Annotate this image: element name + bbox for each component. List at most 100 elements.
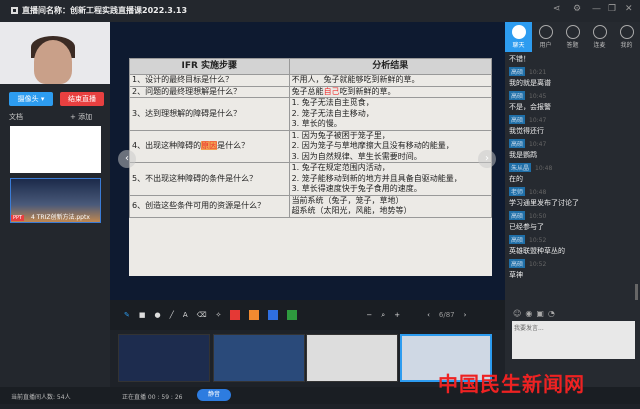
q3: 3、达到理想解的障碍是什么？ [129,97,290,131]
chat-message: 老师 10:48 学习通里发布了讨论了 [509,187,631,208]
microphone-icon [592,25,607,39]
chat-text: 草神 [509,271,523,279]
doc-filename: 4 TRIZ创新方法.pptx [31,214,90,221]
tab-mic[interactable]: 连麦 [586,22,613,52]
zoom-in-icon[interactable]: + [394,311,400,319]
chat-username: 高硕 [509,91,526,100]
thumbnail[interactable] [306,334,398,382]
zoom-out-icon[interactable]: − [366,311,372,319]
tab-users[interactable]: 用户 [532,22,559,52]
thumbnail[interactable] [118,334,210,382]
color-orange[interactable] [249,310,260,320]
header-results: 分析结果 [288,58,493,75]
right-panel: 聊天 用户 答题 连麦 我的 不错！ 高硕 10:21 我的就是离谱 高硕 10:45 不… [505,22,640,387]
slide-area: IFR 实施步骤 分析结果 1、设计的最终目标是什么？ 不用人，兔子就能够吃到新鲜的… [110,22,505,300]
prev-page-icon[interactable]: ‹ [427,311,430,319]
live-timer: 正在直播 00 : 59 : 26 [122,394,183,401]
ifr-table: IFR 实施步骤 分析结果 1、设计的最终目标是什么？ 不用人，兔子就能够吃到新鲜的… [129,58,493,218]
pen-icon[interactable]: ✎ [124,311,130,319]
text-icon[interactable]: A [183,311,188,319]
right-tabs: 聊天 用户 答题 连麦 我的 [505,22,640,52]
color-blue[interactable] [268,310,279,320]
tab-profile[interactable]: 我的 [613,22,640,52]
clear-icon[interactable]: ✧ [216,311,222,319]
drawing-toolbar: ✎ ■ ● ╱ A ⌫ ✧ − ⌕ + ‹ 6/87 › [110,300,505,330]
window-title: 直播间名称：创新工程实践直播课2022.3.13 [22,6,188,15]
rectangle-icon[interactable]: ■ [139,311,146,319]
chat-message: 高硕 10:52 英雄联盟种草丛的 [509,235,631,256]
q1: 1、设计的最终目标是什么？ [129,74,290,87]
thumbnail[interactable] [213,334,305,382]
chat-message: 高硕 10:21 我的就是离谱 [509,67,631,88]
chat-text: 不错！ [509,55,530,63]
chat-message: 高硕 10:50 已经参与了 [509,211,631,232]
a4: 1. 因为兔子被困于笼子里， 2. 因为笼子与草地摩擦大且没有移动的能量， 3. 因… [288,129,493,163]
circle-icon[interactable]: ● [155,311,161,319]
add-doc-button[interactable]: + 添加 [70,112,92,122]
chat-list: 不错！ 高硕 10:21 我的就是离谱 高硕 10:45 不是，会报警 高硕 10:47 我觉得… [509,54,631,283]
q2: 2、问题的最终理想解是什么？ [129,85,290,98]
camera-preview [0,22,110,84]
zoom-icon[interactable]: ⌕ [381,311,385,320]
chat-time: 10:45 [529,93,547,100]
eraser-icon[interactable]: ⌫ [197,311,207,319]
line-icon[interactable]: ╱ [170,311,174,319]
chat-text: 我是鹦鹉 [509,151,537,159]
a3: 1. 兔子无法自主觅食， 2. 笼子无法自主移动， 3. 草长的慢。 [288,97,493,131]
chat-icon [511,25,526,39]
prev-slide-button[interactable]: ‹ [118,150,136,168]
mute-button[interactable]: 静音 [197,389,231,401]
ppt-badge: PPT [11,215,25,221]
settings-icon[interactable]: ⚙ [573,4,581,14]
tab-chat[interactable]: 聊天 [505,22,532,52]
chat-text: 我的就是离谱 [509,79,551,87]
chat-username: 高硕 [509,211,526,220]
chat-scrollbar[interactable] [635,284,638,300]
chat-time: 10:47 [529,117,547,124]
color-green[interactable] [287,310,298,320]
next-slide-button[interactable]: › [478,150,496,168]
chat-time: 10:47 [529,141,547,148]
a5: 1. 兔子在规定范围内活动， 2. 笼子能移动到新的地方并且具备自驱动能量， 3. … [288,162,493,196]
title-bar: 直播间名称：创新工程实践直播课2022.3.13 ⋖ ⚙ — ❐ ✕ [0,0,640,22]
users-icon [538,25,553,39]
restore-icon[interactable]: ❐ [608,4,616,14]
chat-time: 10:21 [529,69,547,76]
chat-time: 10:48 [529,189,547,196]
doc-item[interactable]: PPT 4 TRIZ创新方法.pptx [10,178,101,223]
chat-text: 英雄联盟种草丛的 [509,247,565,255]
close-icon[interactable]: ✕ [625,4,633,14]
chat-text: 学习通里发布了讨论了 [509,199,579,207]
chat-time: 10:52 [529,237,547,244]
chat-username: 老师 [509,187,526,196]
q4: 4、出现这种障碍的原因是什么？ [129,129,290,163]
camera-button[interactable]: 摄像头 ▾ [9,92,53,106]
tab-quiz[interactable]: 答题 [559,22,586,52]
color-red[interactable] [230,310,241,320]
chat-message: 高硕 10:47 我觉得还行 [509,115,631,136]
next-page-icon[interactable]: › [464,311,467,319]
chat-username: 高硕 [509,67,526,76]
chat-text: 在的 [509,175,523,183]
chat-input[interactable]: 我要发言... [512,321,635,359]
chat-username: 高硕 [509,115,526,124]
minimize-icon[interactable]: — [592,4,601,14]
share-icon[interactable]: ⋖ [553,4,561,14]
chat-time: 10:48 [535,165,553,172]
chat-username: 朱从晶 [509,163,532,172]
chat-message: 朱从晶 10:48 在的 [509,163,631,184]
chat-username: 高硕 [509,235,526,244]
chat-message: 高硕 10:47 我是鹦鹉 [509,139,631,160]
chat-tools[interactable]: ☺◉▣◔ [513,309,559,318]
chat-text: 不是，会报警 [509,103,551,111]
left-panel: 摄像头 ▾ 结束直播 文档 + 添加 PPT 4 TRIZ创新方法.pptx [0,22,110,387]
page-counter: 6/87 [438,311,455,319]
a1: 不用人，兔子就能够吃到新鲜的草。 [288,74,493,87]
end-live-button[interactable]: 结束直播 [60,92,104,106]
profile-icon [619,25,634,39]
doc-placeholder[interactable] [10,126,101,173]
chat-text: 已经参与了 [509,223,544,231]
chat-message: 高硕 10:45 不是，会报警 [509,91,631,112]
app-icon [11,7,18,14]
a2: 兔子总能自己吃到新鲜的草。 [288,85,493,98]
